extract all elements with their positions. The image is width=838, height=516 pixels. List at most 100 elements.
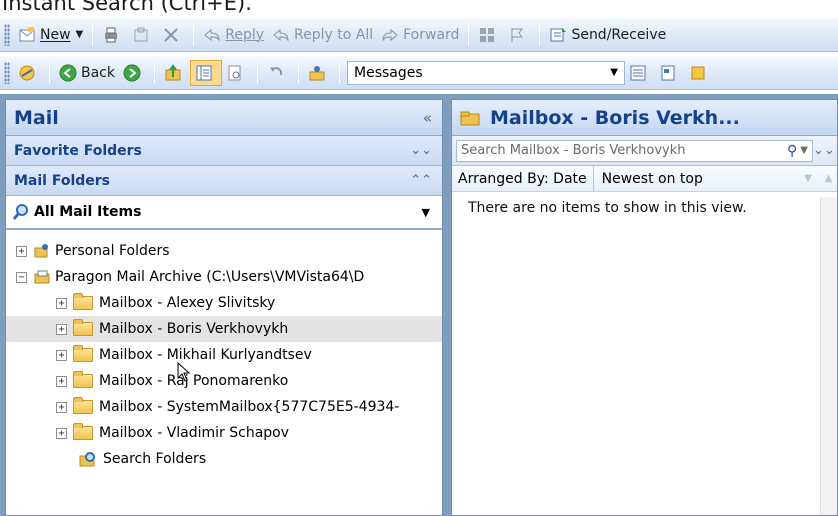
expand-query-icon[interactable]: ⌄⌄ [813, 143, 835, 158]
categorize-button[interactable] [474, 22, 504, 48]
collapse-icon[interactable]: − [16, 271, 27, 283]
mail-folders-header[interactable]: Mail Folders ⌃⌃ [6, 166, 442, 196]
reading-pane-icon [195, 64, 213, 82]
toolbar-grip[interactable] [4, 23, 10, 46]
forward-arrow-icon [123, 64, 141, 82]
search-folders-icon [79, 450, 97, 468]
instant-search-input[interactable]: Search Mailbox - Boris Verkhovykh ⚲ ▼ [456, 139, 813, 162]
expand-icon[interactable]: + [56, 297, 67, 309]
rules-wizard-button[interactable] [304, 60, 334, 86]
collapse-chevron-icon[interactable]: ⌃⌃ [410, 173, 432, 188]
tree-item-mailbox-selected[interactable]: + Mailbox - Boris Verkhovykh [6, 316, 442, 342]
toolbar-grip[interactable] [4, 61, 10, 84]
print-preview-button[interactable] [222, 60, 252, 86]
standard-toolbar: New ▼ Reply Reply to All Forward Send/Re… [0, 18, 838, 52]
print-preview-icon [226, 64, 244, 82]
message-list-header: Mailbox - Boris Verkh... [452, 100, 837, 136]
reply-all-icon [272, 26, 290, 44]
expand-icon[interactable]: + [56, 427, 67, 439]
search-icon[interactable]: ⚲ [787, 143, 797, 159]
reply-all-button[interactable]: Reply to All [268, 22, 377, 48]
delete-x-icon [162, 26, 180, 44]
mouse-cursor-icon [177, 362, 191, 382]
chevron-down-icon[interactable]: ▼ [422, 206, 430, 219]
all-mail-items-selector[interactable]: All Mail Items ▼ [6, 196, 442, 230]
scroll-up-arrow-icon[interactable]: ▲ [820, 173, 837, 184]
expand-chevron-icon[interactable]: ⌄⌄ [410, 143, 432, 158]
toolbar-separator [468, 23, 470, 46]
expand-icon[interactable]: + [16, 245, 27, 257]
navigation-pane-header: Mail « [6, 100, 442, 136]
outlook-today-button[interactable] [14, 60, 44, 86]
search-folder-icon [12, 203, 30, 221]
send-receive-icon [549, 26, 567, 44]
folder-view-combo[interactable]: Messages ▼ [347, 60, 625, 85]
expand-icon[interactable]: + [56, 349, 67, 361]
view-button[interactable] [625, 60, 655, 86]
folder-icon [73, 371, 93, 388]
undo-button[interactable] [263, 60, 293, 86]
chevron-down-icon: ▼ [804, 173, 812, 184]
back-button[interactable]: Back [55, 60, 119, 86]
reply-button[interactable]: Reply [199, 22, 268, 48]
forward-nav-button[interactable] [119, 60, 149, 86]
toolbar-separator [539, 23, 541, 46]
toolbar-separator [193, 23, 195, 46]
expand-icon[interactable]: + [56, 401, 67, 413]
flag-icon [508, 26, 526, 44]
folder-icon [73, 423, 93, 440]
undo-icon [267, 64, 285, 82]
empty-list-message: There are no items to show in this view. [468, 200, 747, 216]
reply-icon [203, 26, 221, 44]
print-icon [102, 26, 120, 44]
main-layout: Mail « Favorite Folders ⌄⌄ Mail Folders … [0, 94, 838, 516]
new-button[interactable]: New ▼ [14, 22, 87, 48]
arrangement-bar: Arranged By: Date Newest on top ▼ ▲ [452, 166, 837, 192]
tree-item-personal-folders[interactable]: + Personal Folders [6, 238, 442, 264]
categorized-view-button[interactable] [655, 60, 685, 86]
send-receive-button[interactable]: Send/Receive [545, 22, 670, 48]
expand-icon[interactable]: + [56, 375, 67, 387]
sort-order-button[interactable]: Newest on top ▼ [594, 166, 820, 191]
categorize-icon [478, 26, 496, 44]
caption-text: Instant Search (Ctrl+E). [0, 0, 838, 16]
folder-title: Mailbox - Boris Verkh... [490, 106, 740, 129]
personal-folders-icon [33, 242, 51, 260]
tree-item-mailbox[interactable]: + Mailbox - Vladimir Schapov [6, 420, 442, 446]
toolbar-separator [257, 61, 258, 84]
address-book-button[interactable] [685, 60, 715, 86]
folder-icon [73, 397, 93, 414]
folder-icon [73, 319, 93, 336]
reading-pane-button[interactable] [190, 59, 222, 86]
outlook-today-icon [18, 64, 36, 82]
chevron-down-icon[interactable]: ▼ [610, 67, 618, 78]
print-button[interactable] [98, 22, 128, 48]
tree-item-mailbox[interactable]: + Mailbox - Mikhail Kurlyandtsev [6, 342, 442, 368]
advanced-toolbar: Back Messages ▼ [0, 56, 838, 90]
tree-item-search-folders[interactable]: Search Folders [6, 446, 442, 472]
folder-icon [73, 293, 93, 310]
favorite-folders-header[interactable]: Favorite Folders ⌄⌄ [6, 136, 442, 166]
new-mail-icon [18, 26, 36, 44]
follow-up-button[interactable] [504, 22, 534, 48]
folder-icon [73, 345, 93, 362]
instant-search-bar: Search Mailbox - Boris Verkhovykh ⚲ ▼ ⌄⌄ [452, 136, 837, 166]
up-one-level-button[interactable] [160, 60, 190, 86]
notes-icon [659, 64, 677, 82]
tree-item-mailbox[interactable]: + Mailbox - Alexey Slivitsky [6, 290, 442, 316]
arranged-by-button[interactable]: Arranged By: Date [452, 166, 594, 191]
move-to-folder-button[interactable] [128, 22, 158, 48]
expand-icon[interactable]: + [56, 323, 67, 335]
delete-button[interactable] [158, 22, 188, 48]
tree-item-archive[interactable]: − Paragon Mail Archive (C:\Users\VMVista… [6, 264, 442, 290]
navigation-pane: Mail « Favorite Folders ⌄⌄ Mail Folders … [5, 99, 443, 516]
tree-item-mailbox[interactable]: + Mailbox - SystemMailbox{577C75E5-4934- [6, 394, 442, 420]
message-list-pane: Mailbox - Boris Verkh... Search Mailbox … [451, 99, 838, 516]
forward-icon [381, 26, 399, 44]
collapse-pane-icon[interactable]: « [423, 109, 432, 127]
forward-button[interactable]: Forward [377, 22, 463, 48]
chevron-down-icon[interactable]: ▼ [76, 29, 84, 40]
vertical-scrollbar[interactable] [820, 197, 837, 515]
chevron-down-icon[interactable]: ▼ [800, 145, 808, 156]
tree-item-mailbox[interactable]: + Mailbox - Raj Ponomarenko [6, 368, 442, 394]
